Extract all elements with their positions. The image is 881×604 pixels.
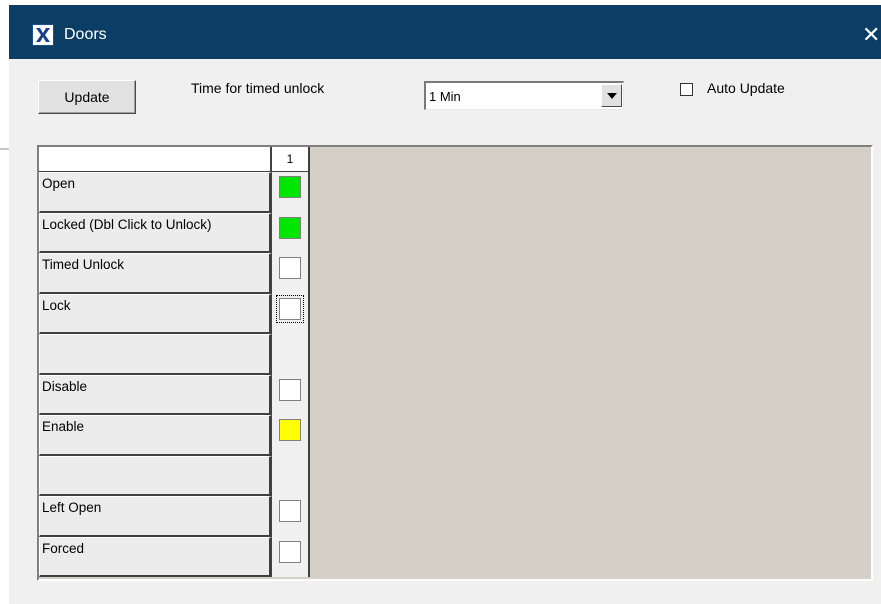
state-cell-forced[interactable] [279,540,301,563]
update-button[interactable]: Update [38,80,136,114]
state-cell-open[interactable] [279,176,301,198]
grid-corner-header [39,147,272,172]
row-label-left-open[interactable]: Left Open [39,496,272,537]
state-cell-disable[interactable] [279,378,301,401]
timed-unlock-select[interactable]: 1 Min [424,81,624,110]
auto-update-checkbox[interactable] [680,83,693,96]
app-x-icon [32,24,54,46]
window-title: Doors [64,26,107,43]
row-label-disable[interactable]: Disable [39,374,272,415]
background-divider [0,148,9,150]
row-label-open[interactable]: Open [39,172,272,213]
row-label-blank-1 [39,334,272,375]
row-label-blank-2 [39,455,272,496]
close-icon[interactable]: ✕ [862,19,881,51]
left-background-strip [0,0,9,604]
row-label-enable[interactable]: Enable [39,415,272,456]
state-cell-enable[interactable] [279,419,301,441]
title-bar[interactable]: Doors ✕ [9,0,881,59]
row-label-forced[interactable]: Forced [39,536,272,577]
state-cell-locked[interactable] [279,216,301,239]
row-label-lock[interactable]: Lock [39,293,272,334]
row-label-locked[interactable]: Locked (Dbl Click to Unlock) [39,212,272,253]
column-header-1[interactable]: 1 [272,147,310,172]
door-status-grid: 1 Open Locked (Dbl Click to Unlock) Time… [37,145,873,581]
state-cell-timed-unlock[interactable] [279,257,301,279]
chevron-down-icon[interactable] [601,84,622,107]
timed-unlock-value: 1 Min [429,89,461,104]
state-cell-left-open[interactable] [279,500,301,522]
doors-window: Doors ✕ Update Time for timed unlock 1 M… [9,0,881,604]
state-cell-lock[interactable] [276,294,304,323]
auto-update-label[interactable]: Auto Update [707,80,785,96]
timed-unlock-label: Time for timed unlock [191,80,325,96]
row-label-timed-unlock[interactable]: Timed Unlock [39,253,272,294]
